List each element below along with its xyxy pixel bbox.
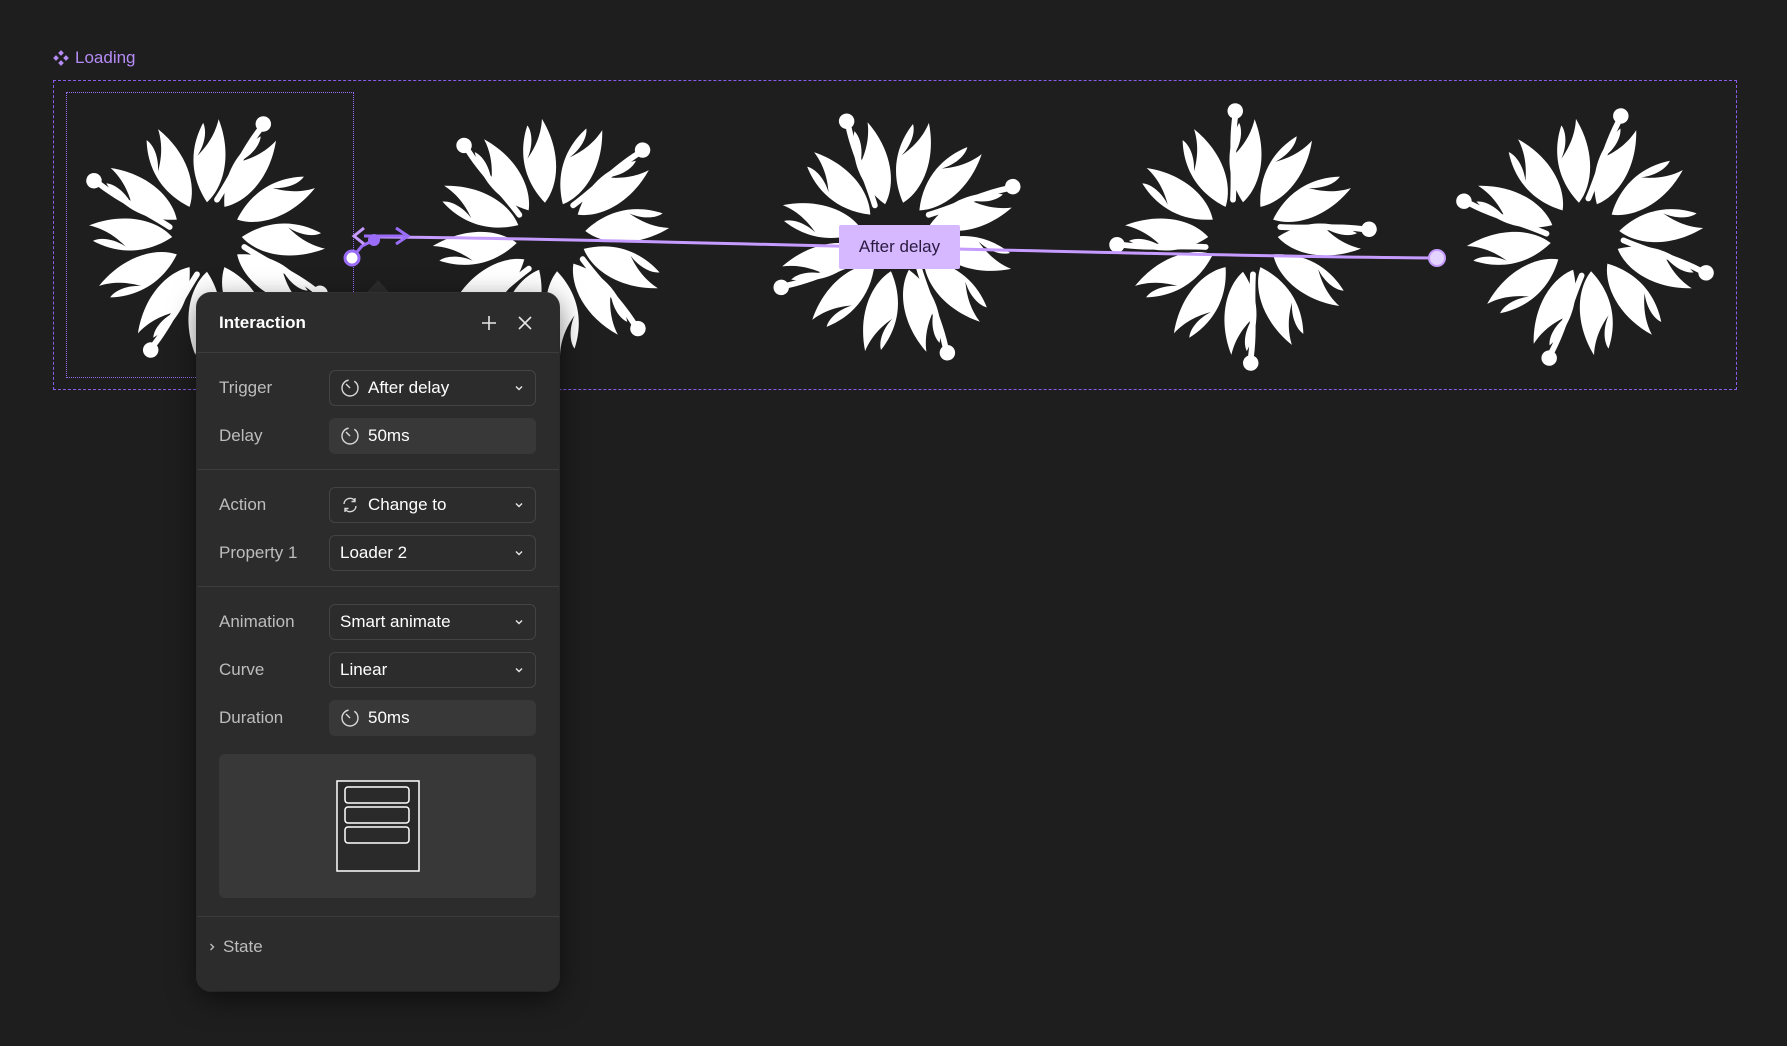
trigger-label: Trigger: [219, 378, 273, 397]
animation-dropdown[interactable]: Smart animate: [329, 604, 536, 640]
duration-label: Duration: [219, 708, 284, 727]
delay-input[interactable]: 50ms: [329, 418, 536, 454]
interaction-panel: Interaction Trigger After delay Delay 50…: [197, 293, 559, 991]
curve-dropdown[interactable]: Linear: [329, 652, 536, 688]
animation-value: Smart animate: [340, 612, 451, 631]
panel-caret: [366, 280, 390, 293]
panel-header: Interaction: [197, 293, 559, 353]
action-section: Action Change to Property 1 Loader 2: [197, 470, 559, 587]
property-dropdown[interactable]: Loader 2: [329, 535, 536, 571]
chevron-down-icon: [515, 551, 523, 556]
duration-value: 50ms: [368, 708, 410, 727]
connection-label[interactable]: After delay: [839, 225, 960, 269]
component-set-icon: [53, 50, 69, 66]
duration-input[interactable]: 50ms: [329, 700, 536, 736]
trigger-section: Trigger After delay Delay 50ms: [197, 353, 559, 470]
preview-frame-icon: [335, 780, 420, 872]
action-label: Action: [219, 495, 267, 514]
property-value: Loader 2: [340, 543, 408, 562]
frame-label-text: Loading: [75, 48, 136, 67]
loader-variant-5[interactable]: [1440, 92, 1730, 382]
frame-label[interactable]: Loading: [53, 48, 136, 68]
flower-loader-icon: [1098, 92, 1388, 382]
curve-row: Curve Linear: [219, 652, 536, 688]
chevron-down-icon: [515, 668, 523, 673]
state-disclosure[interactable]: State: [197, 917, 559, 977]
animation-row: Animation Smart animate: [219, 604, 536, 640]
action-dropdown[interactable]: Change to: [329, 487, 536, 523]
swap-icon: [343, 497, 357, 513]
trigger-row: Trigger After delay: [219, 370, 536, 406]
delay-value: 50ms: [368, 426, 410, 445]
timer-icon: [341, 427, 359, 445]
timer-icon: [341, 709, 359, 727]
flower-loader-icon: [1440, 92, 1730, 382]
curve-label: Curve: [219, 660, 265, 679]
property-label: Property 1: [219, 543, 298, 562]
timer-icon: [341, 379, 359, 397]
state-label: State: [223, 937, 263, 956]
chevron-right-icon: [210, 943, 215, 951]
property-row: Property 1 Loader 2: [219, 535, 536, 571]
chevron-down-icon: [515, 620, 523, 625]
chevron-down-icon: [515, 386, 523, 391]
loader-variant-4[interactable]: [1098, 92, 1388, 382]
chevron-down-icon: [515, 503, 523, 508]
canvas[interactable]: Loading After delay Interaction Trigger …: [0, 0, 1787, 1046]
panel-title: Interaction: [219, 312, 306, 332]
trigger-value: After delay: [368, 378, 450, 397]
close-icon: [518, 315, 532, 330]
delay-label: Delay: [219, 426, 263, 445]
close-panel-button[interactable]: [511, 309, 539, 337]
action-row: Action Change to: [219, 487, 536, 523]
animation-label: Animation: [219, 612, 295, 631]
plus-icon: [482, 315, 496, 330]
delay-row: Delay 50ms: [219, 418, 536, 454]
connection-label-text: After delay: [858, 237, 941, 256]
add-interaction-button[interactable]: [475, 309, 503, 337]
trigger-dropdown[interactable]: After delay: [329, 370, 536, 406]
action-value: Change to: [368, 495, 447, 514]
curve-value: Linear: [340, 660, 388, 679]
animation-section: Animation Smart animate Curve Linear Dur…: [197, 587, 559, 736]
duration-row: Duration 50ms: [219, 700, 536, 736]
animation-preview: [219, 754, 536, 898]
